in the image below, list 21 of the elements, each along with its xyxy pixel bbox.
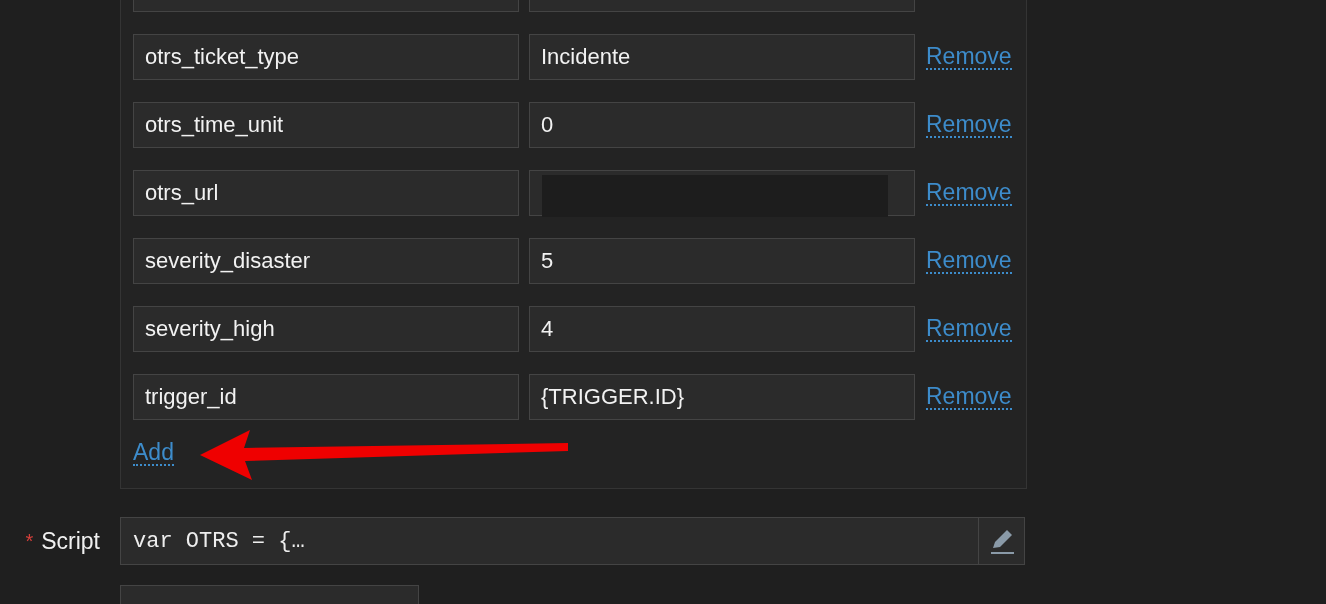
input-field[interactable]: 4 — [529, 306, 915, 352]
remove-link[interactable]: Remove — [926, 180, 1012, 206]
input-field[interactable]: severity_disaster — [133, 238, 519, 284]
input-field[interactable] — [529, 170, 915, 216]
field-label: Script — [41, 527, 100, 555]
remove-link[interactable]: Remove — [926, 44, 1012, 70]
input-field[interactable]: 5 — [529, 238, 915, 284]
input-field[interactable]: Incidente — [529, 34, 915, 80]
input-field[interactable]: trigger_id — [133, 374, 519, 420]
input-field[interactable]: otrs_time_unit — [133, 102, 519, 148]
input-field[interactable]: 0 — [529, 102, 915, 148]
remove-link[interactable]: Remove — [926, 112, 1012, 138]
remove-link[interactable]: Remove — [926, 316, 1012, 342]
remove-link[interactable]: Remove — [926, 248, 1012, 274]
input-field[interactable]: severity_high — [133, 306, 519, 352]
input-field[interactable]: otrs_url — [133, 170, 519, 216]
required-mark: * — [25, 529, 34, 553]
add-link[interactable]: Add — [133, 440, 174, 466]
input-field[interactable]: otrs_ticket_type — [133, 34, 519, 80]
remove-link[interactable]: Remove — [926, 384, 1012, 410]
input-field[interactable]: {TRIGGER.ID} — [529, 374, 915, 420]
